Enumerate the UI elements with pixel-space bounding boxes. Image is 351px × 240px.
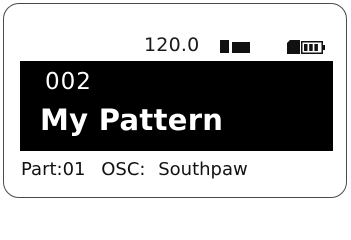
part-info-line: Part:01 OSC: Southpaw <box>21 159 248 181</box>
record-indicator-icon <box>232 42 250 53</box>
pattern-name: My Pattern <box>40 103 224 137</box>
sd-card-icon <box>287 40 300 54</box>
tempo-value: 120.0 <box>144 34 200 56</box>
osc-value: Southpaw <box>158 159 248 180</box>
battery-icon <box>301 41 325 54</box>
osc-label: OSC: <box>101 159 146 180</box>
part-indicator: Part:01 <box>21 159 86 180</box>
status-bar: 120.0 <box>4 4 346 59</box>
pattern-number: 002 <box>45 69 92 95</box>
selected-pattern-panel[interactable]: 002 My Pattern <box>20 61 333 151</box>
locked-tempo-icon <box>220 40 229 53</box>
display-screen: 120.0 002 My Pattern Part:01 OSC: Southp… <box>3 3 347 198</box>
